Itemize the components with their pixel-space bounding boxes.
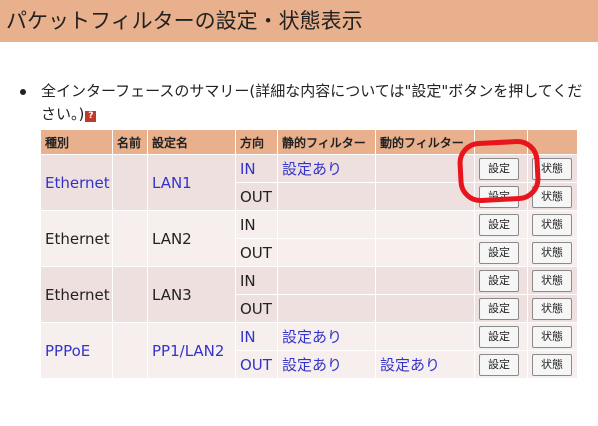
settings-button[interactable]: 設定 (479, 325, 519, 348)
interface-name (112, 154, 148, 211)
interface-type-link[interactable]: PPPoE (40, 322, 113, 379)
status-button[interactable]: 状態 (532, 241, 572, 264)
direction-out: OUT (235, 294, 278, 323)
static-filter-out: 設定あり (277, 350, 376, 379)
direction-in: IN (235, 266, 278, 295)
dynamic-filter-in (375, 322, 475, 351)
direction-in: IN (235, 154, 278, 183)
dynamic-filter-in (375, 266, 475, 295)
dynamic-filter-out (375, 238, 475, 267)
static-filter-out (277, 182, 376, 211)
setting-name-link[interactable]: PP1/LAN2 (147, 322, 236, 379)
settings-button[interactable]: 設定 (479, 213, 519, 236)
summary-item: 全インターフェースのサマリー(詳細な内容については"設定"ボタンを押してください… (20, 80, 594, 126)
interface-type: Ethernet (40, 266, 113, 323)
table-row: Ethernet LAN3 IN 設定 状態 (40, 266, 578, 323)
static-filter-out (277, 294, 376, 323)
status-button[interactable]: 状態 (532, 213, 572, 236)
direction-out: OUT (235, 238, 278, 267)
table-row: PPPoE PP1/LAN2 IN 設定あり 設定 状態 (40, 322, 578, 379)
page-header: パケットフィルターの設定・状態表示 (0, 0, 598, 42)
column-header-static-filter: 静的フィルター (277, 129, 376, 155)
red-circle-annotation (456, 137, 542, 205)
column-header-setting-name: 設定名 (147, 129, 236, 155)
settings-button[interactable]: 設定 (479, 241, 519, 264)
interface-name (112, 266, 148, 323)
status-button[interactable]: 状態 (532, 325, 572, 348)
summary-text: 全インターフェースのサマリー(詳細な内容については"設定"ボタンを押してください… (41, 82, 583, 123)
static-filter-out (277, 238, 376, 267)
dynamic-filter-out (375, 294, 475, 323)
direction-out: OUT (235, 350, 278, 379)
interface-name (112, 210, 148, 267)
settings-button[interactable]: 設定 (479, 297, 519, 320)
bullet-icon (20, 89, 26, 95)
setting-name-link[interactable]: LAN1 (147, 154, 236, 211)
interface-type-link[interactable]: Ethernet (40, 154, 113, 211)
settings-button[interactable]: 設定 (479, 353, 519, 376)
static-filter-in: 設定あり (277, 322, 376, 351)
direction-out: OUT (235, 182, 278, 211)
interface-name (112, 322, 148, 379)
static-filter-in (277, 210, 376, 239)
status-button[interactable]: 状態 (532, 297, 572, 320)
page-title: パケットフィルターの設定・状態表示 (6, 9, 363, 33)
column-header-name: 名前 (112, 129, 148, 155)
status-button[interactable]: 状態 (532, 269, 572, 292)
setting-name: LAN3 (147, 266, 236, 323)
status-button[interactable]: 状態 (532, 353, 572, 376)
settings-button[interactable]: 設定 (479, 269, 519, 292)
dynamic-filter-in (375, 210, 475, 239)
column-header-type: 種別 (40, 129, 113, 155)
table-row: Ethernet LAN2 IN 設定 状態 (40, 210, 578, 267)
setting-name: LAN2 (147, 210, 236, 267)
dynamic-filter-out: 設定あり (375, 350, 475, 379)
help-icon[interactable]: ? (85, 111, 97, 122)
direction-in: IN (235, 322, 278, 351)
static-filter-in: 設定あり (277, 154, 376, 183)
column-header-direction: 方向 (235, 129, 278, 155)
interface-type: Ethernet (40, 210, 113, 267)
direction-in: IN (235, 210, 278, 239)
static-filter-in (277, 266, 376, 295)
